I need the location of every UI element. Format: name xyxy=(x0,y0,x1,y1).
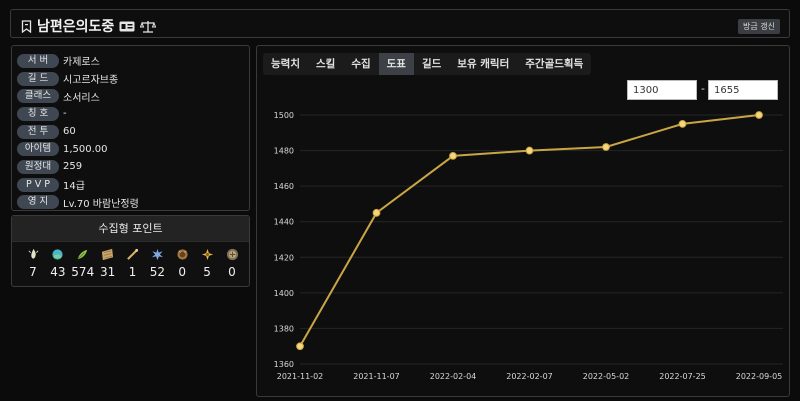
info-value: 소서리스 xyxy=(63,92,100,104)
chart-panel: 능력치스킬수집도표길드보유 캐릭터주간골드획득 - 1360 1380 1400 14… xyxy=(256,45,790,397)
range-max-input[interactable] xyxy=(708,80,778,100)
info-row: P V P 14급 xyxy=(17,176,244,194)
collection-value: 0 xyxy=(178,265,187,279)
giant-heart-icon xyxy=(151,248,164,261)
collection-value: 7 xyxy=(29,265,37,279)
info-row: 클래스 소서리스 xyxy=(17,87,244,105)
info-key: 영 지 xyxy=(17,195,59,210)
tab-5[interactable]: 보유 캐릭터 xyxy=(449,53,517,75)
collection-value: 0 xyxy=(228,265,236,279)
refresh-button[interactable]: 방금 갱신 xyxy=(738,19,780,34)
x-tick-label: 2022-09-05 xyxy=(736,372,783,381)
info-key: 아이템 xyxy=(17,142,59,157)
x-tick-label: 2022-02-04 xyxy=(430,372,477,381)
info-value: 60 xyxy=(63,126,76,138)
collection-item[interactable]: 5 xyxy=(196,248,218,279)
collection-value: 31 xyxy=(99,265,116,279)
orpheus-star-icon xyxy=(226,248,239,261)
info-value: 14급 xyxy=(63,181,85,193)
data-point[interactable] xyxy=(372,208,381,217)
data-point[interactable] xyxy=(602,143,610,151)
x-tick-label: 2022-05-02 xyxy=(583,372,630,381)
y-tick-label: 1440 xyxy=(274,218,294,227)
bookmark-icon[interactable] xyxy=(21,19,32,33)
info-key: 서 버 xyxy=(17,53,59,68)
adventure-tome-icon xyxy=(126,248,139,261)
info-key: 원정대 xyxy=(17,159,59,174)
info-row: 칭 호- xyxy=(17,105,244,123)
tab-4[interactable]: 길드 xyxy=(414,53,449,75)
data-point[interactable] xyxy=(678,119,687,128)
collection-item[interactable]: 43 xyxy=(47,248,69,279)
info-value: Lv.70 바람난정령 xyxy=(63,198,139,210)
info-row: 원정대 259 xyxy=(17,158,244,176)
collection-item[interactable]: 574 xyxy=(71,248,95,279)
mokoko-seed-icon xyxy=(27,248,40,261)
y-tick-label: 1360 xyxy=(274,360,294,369)
island-heart-icon xyxy=(51,248,64,261)
collection-points-panel: 수집형 포인트 7 43 574 31 1 52 0 5 0 xyxy=(11,215,250,287)
collection-title: 수집형 포인트 xyxy=(12,216,249,242)
collection-value: 1 xyxy=(128,265,137,279)
item-level-line-chart: 1360 1380 1400 1420 1440 1460 1480 1500 2021-11-… xyxy=(274,111,783,381)
info-key: 클래스 xyxy=(17,89,59,104)
sea-bounty-icon xyxy=(201,248,214,261)
x-tick-label: 2022-02-07 xyxy=(506,372,553,381)
data-point[interactable] xyxy=(296,342,304,351)
collection-item[interactable]: 1 xyxy=(122,248,144,279)
range-separator: - xyxy=(701,82,705,95)
info-row: 서 버 카제로스 xyxy=(17,52,244,70)
tab-1[interactable]: 스킬 xyxy=(308,53,343,75)
character-info-panel: 서 버 카제로스 길 드 시고르자브종 클래스 소서리스 칭 호-전 투 60 아이템 1,500… xyxy=(11,45,250,211)
info-key: 길 드 xyxy=(17,71,59,86)
info-value: 259 xyxy=(63,161,83,173)
x-tick-label: 2021-11-02 xyxy=(277,372,324,381)
collection-item[interactable]: 52 xyxy=(146,248,168,279)
tab-bar: 능력치 스킬 수집 도표 길드 보유 캐릭터 주간골드획득 xyxy=(263,53,592,75)
tab-0[interactable]: 능력치 xyxy=(263,53,308,75)
balance-scale-icon[interactable] xyxy=(140,20,157,33)
data-point[interactable] xyxy=(449,152,457,160)
info-value: - xyxy=(63,108,67,120)
y-tick-label: 1380 xyxy=(274,324,294,333)
tab-3[interactable]: 도표 xyxy=(378,53,414,75)
tab-6[interactable]: 주간골드획득 xyxy=(517,53,591,75)
card-icon[interactable] xyxy=(119,21,135,32)
masterpiece-icon xyxy=(101,248,114,261)
data-point[interactable] xyxy=(525,146,534,155)
collection-value: 574 xyxy=(71,265,95,279)
x-tick-label: 2021-11-07 xyxy=(353,372,400,381)
data-point[interactable] xyxy=(755,111,763,119)
collection-value: 52 xyxy=(149,265,166,279)
range-min-input[interactable] xyxy=(627,80,697,100)
world-tree-leaf-icon xyxy=(76,248,89,261)
collection-item[interactable]: 7 xyxy=(22,248,44,279)
tab-2[interactable]: 수집 xyxy=(343,53,378,75)
info-value: 1,500.00 xyxy=(63,143,108,155)
info-row: 아이템 1,500.00 xyxy=(17,140,244,158)
collection-item[interactable]: 31 xyxy=(97,248,119,279)
info-row: 길 드 시고르자브종 xyxy=(17,70,244,88)
info-value: 카제로스 xyxy=(63,57,100,69)
y-tick-label: 1420 xyxy=(274,253,294,262)
collection-value: 5 xyxy=(203,265,211,279)
collection-items: 7 43 574 31 1 52 0 5 0 xyxy=(12,242,249,279)
y-tick-label: 1460 xyxy=(274,182,294,191)
info-value: 시고르자브종 xyxy=(63,75,119,87)
collection-item[interactable]: 0 xyxy=(221,248,243,279)
character-name: 남편은의도중 xyxy=(37,19,115,35)
y-tick-label: 1500 xyxy=(274,111,294,120)
y-tick-label: 1400 xyxy=(274,289,294,298)
info-key: 전 투 xyxy=(17,124,59,139)
character-header: 남편은의도중 방금 갱신 xyxy=(10,9,790,38)
info-row: 영 지 Lv.70 바람난정령 xyxy=(17,194,244,212)
ignea-token-icon xyxy=(176,248,189,261)
info-key: P V P xyxy=(17,177,59,192)
collection-value: 43 xyxy=(50,265,66,279)
info-key: 칭 호 xyxy=(17,106,59,121)
y-tick-label: 1480 xyxy=(274,147,294,156)
collection-item[interactable]: 0 xyxy=(171,248,193,279)
info-row: 전 투 60 xyxy=(17,123,244,141)
x-tick-label: 2022-07-25 xyxy=(659,372,706,381)
